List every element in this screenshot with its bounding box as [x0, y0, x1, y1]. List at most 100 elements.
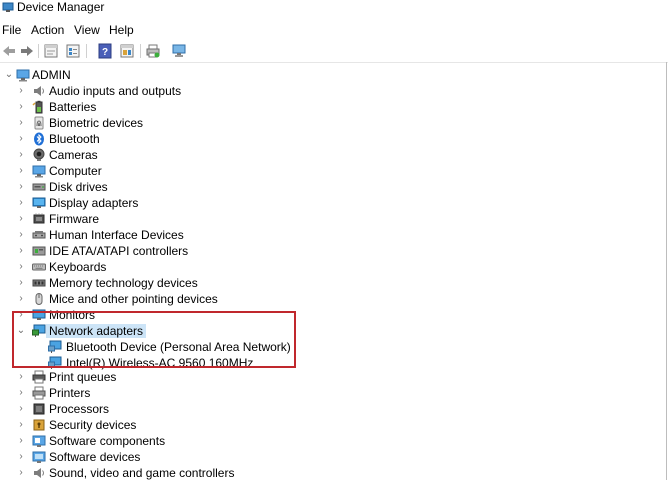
menu-file[interactable]: File	[2, 23, 21, 37]
toolbar: ?	[0, 40, 668, 63]
hid-icon	[32, 228, 46, 242]
tree-item-label: Biometric devices	[49, 116, 144, 130]
chevron-right-icon[interactable]: ›	[16, 165, 26, 177]
tree-item-print-queues[interactable]: › Print queues	[0, 369, 660, 385]
device-manager-icon	[2, 1, 14, 13]
tree-item-processors[interactable]: › Processors	[0, 401, 660, 417]
forward-arrow-icon[interactable]	[18, 42, 36, 60]
chevron-right-icon[interactable]: ›	[16, 117, 26, 129]
tree-item-hid[interactable]: › Human Interface Devices	[0, 227, 660, 243]
properties-icon[interactable]	[42, 42, 60, 60]
tree-item-biometric[interactable]: › Biometric devices	[0, 115, 660, 131]
chevron-right-icon[interactable]: ›	[16, 387, 26, 399]
tree-item-firmware[interactable]: › Firmware	[0, 211, 660, 227]
chevron-right-icon[interactable]: ›	[16, 403, 26, 415]
chevron-right-icon[interactable]: ›	[16, 293, 26, 305]
chevron-right-icon[interactable]: ›	[16, 101, 26, 113]
menu-bar: File Action View Help	[0, 20, 668, 40]
processor-icon	[32, 402, 46, 416]
menu-help[interactable]: Help	[109, 23, 134, 37]
svg-text:?: ?	[102, 47, 108, 58]
tree-item-label: Printers	[49, 386, 91, 400]
chevron-right-icon[interactable]: ›	[16, 85, 26, 97]
tree-item-label: Audio inputs and outputs	[49, 84, 182, 98]
disk-drive-icon	[32, 180, 46, 194]
sound-controller-icon	[32, 466, 46, 480]
tree-item-ide[interactable]: › IDE ATA/ATAPI controllers	[0, 243, 660, 259]
memory-icon	[32, 276, 46, 290]
chevron-right-icon[interactable]: ›	[16, 133, 26, 145]
tree-item-memory[interactable]: › Memory technology devices	[0, 275, 660, 291]
print-icon[interactable]	[144, 42, 162, 60]
tree-item-batteries[interactable]: › Batteries	[0, 99, 660, 115]
tree-item-computer[interactable]: › Computer	[0, 163, 660, 179]
chevron-down-icon[interactable]: ⌄	[4, 69, 14, 81]
speaker-icon	[32, 84, 46, 98]
chevron-right-icon[interactable]: ›	[16, 435, 26, 447]
print-queue-icon	[32, 370, 46, 384]
tree-item-label: IDE ATA/ATAPI controllers	[49, 244, 189, 258]
tree-item-audio[interactable]: › Audio inputs and outputs	[0, 83, 660, 99]
tree-item-bluetooth[interactable]: › Bluetooth	[0, 131, 660, 147]
chevron-down-icon[interactable]: ⌄	[16, 325, 26, 337]
tree-item-software-components[interactable]: › Software components	[0, 433, 660, 449]
printer-icon	[32, 386, 46, 400]
tree-item-software-devices[interactable]: › Software devices	[0, 449, 660, 465]
network-adapter-icon	[48, 340, 62, 354]
tree-item-network-adapters[interactable]: ⌄ Network adapters	[0, 323, 660, 339]
chevron-right-icon[interactable]: ›	[16, 309, 26, 321]
keyboard-icon	[32, 260, 46, 274]
tree-root[interactable]: ⌄ ADMIN	[0, 67, 660, 83]
chevron-right-icon[interactable]: ›	[16, 467, 26, 479]
back-arrow-icon[interactable]	[0, 42, 18, 60]
tree-item-label: Software components	[49, 434, 166, 448]
scan-hardware-icon[interactable]	[170, 42, 188, 60]
menu-view[interactable]: View	[74, 23, 100, 37]
tree-item-keyboards[interactable]: › Keyboards	[0, 259, 660, 275]
chevron-right-icon[interactable]: ›	[16, 149, 26, 161]
chevron-right-icon[interactable]: ›	[16, 371, 26, 383]
tree-item-display-adapters[interactable]: › Display adapters	[0, 195, 660, 211]
window-title: Device Manager	[17, 0, 105, 14]
tree-item-mice[interactable]: › Mice and other pointing devices	[0, 291, 660, 307]
security-icon	[32, 418, 46, 432]
title-bar: Device Manager	[0, 0, 668, 16]
computer-icon	[32, 164, 46, 178]
tree-item-printers[interactable]: › Printers	[0, 385, 660, 401]
tree-item-label: Print queues	[49, 370, 117, 384]
menu-action[interactable]: Action	[31, 23, 64, 37]
tree-item-monitors[interactable]: › Monitors	[0, 307, 660, 323]
firmware-icon	[32, 212, 46, 226]
tree-item-security[interactable]: › Security devices	[0, 417, 660, 433]
chevron-right-icon[interactable]: ›	[16, 419, 26, 431]
tree-item-label: Cameras	[49, 148, 98, 162]
chevron-right-icon[interactable]: ›	[16, 229, 26, 241]
chevron-right-icon[interactable]: ›	[16, 277, 26, 289]
tree-item-label: Display adapters	[49, 196, 139, 210]
view-resources-icon[interactable]	[118, 42, 136, 60]
tree-item-label: Processors	[49, 402, 110, 416]
tree-item-label: Software devices	[49, 450, 141, 464]
tree-item-disk-drives[interactable]: › Disk drives	[0, 179, 660, 195]
chevron-right-icon[interactable]: ›	[16, 261, 26, 273]
tree-item-cameras[interactable]: › Cameras	[0, 147, 660, 163]
tree-item-sound-controllers[interactable]: › Sound, video and game controllers	[0, 465, 660, 481]
chevron-right-icon[interactable]: ›	[16, 245, 26, 257]
tree-item-label: Bluetooth	[49, 132, 100, 146]
tree-item-label: Network adapters	[46, 324, 147, 338]
tree-item-label: Human Interface Devices	[49, 228, 184, 242]
software-component-icon	[32, 434, 46, 448]
tree-child-label: Bluetooth Device (Personal Area Network)	[66, 340, 291, 354]
device-list-icon[interactable]	[64, 42, 82, 60]
tree-child-bluetooth-pan[interactable]: Bluetooth Device (Personal Area Network)	[0, 339, 660, 355]
computer-icon	[16, 68, 30, 82]
chevron-right-icon[interactable]: ›	[16, 213, 26, 225]
chevron-right-icon[interactable]: ›	[16, 451, 26, 463]
chevron-right-icon[interactable]: ›	[16, 181, 26, 193]
tree-item-label: Memory technology devices	[49, 276, 198, 290]
chevron-right-icon[interactable]: ›	[16, 197, 26, 209]
tree-item-label: Security devices	[49, 418, 137, 432]
ide-controller-icon	[32, 244, 46, 258]
tree-child-label: Intel(R) Wireless-AC 9560 160MHz	[66, 356, 254, 370]
help-icon[interactable]: ?	[96, 42, 114, 60]
